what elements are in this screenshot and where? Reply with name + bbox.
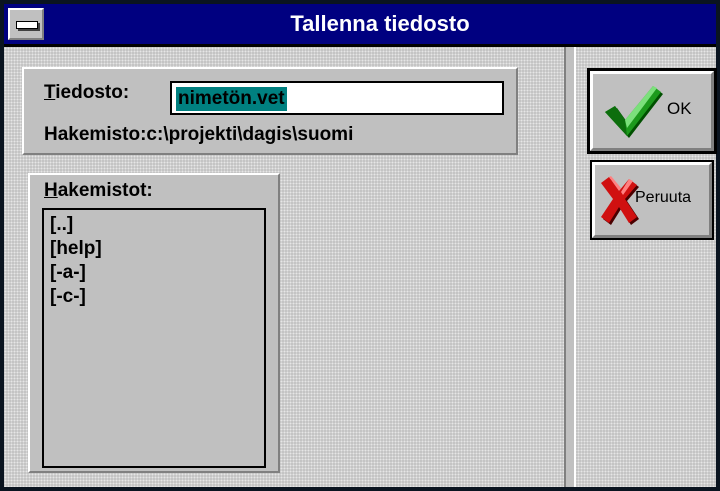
directories-label-hotkey: H	[44, 180, 58, 201]
cancel-button[interactable]: Peruuta	[590, 160, 714, 240]
list-item[interactable]: [-c-]	[50, 285, 264, 309]
ok-button-label: OK	[667, 99, 692, 118]
current-directory: Hakemisto:c:\projekti\dagis\suomi	[44, 124, 353, 146]
ok-button[interactable]: OK	[587, 68, 717, 154]
list-item[interactable]: [..]	[50, 213, 264, 237]
directories-listbox[interactable]: [..] [help] [-a-] [-c-]	[42, 208, 266, 468]
button-column-divider	[564, 47, 576, 487]
dialog-client-area: Tiedosto: nimetön.vet Hakemisto:c:\proje…	[4, 47, 717, 487]
directories-label: Hakemistot:	[44, 180, 153, 202]
window-title: Tallenna tiedosto	[290, 11, 470, 36]
title-bar: Tallenna tiedosto	[4, 4, 716, 47]
checkmark-icon	[601, 82, 663, 145]
file-name-selected-text: nimetön.vet	[176, 87, 287, 111]
file-name-input[interactable]: nimetön.vet	[170, 81, 504, 115]
file-label-text: iedosto:	[55, 82, 130, 103]
directory-label: Hakemisto:	[44, 124, 147, 145]
system-menu-button[interactable]	[8, 8, 44, 40]
list-item[interactable]: [-a-]	[50, 261, 264, 285]
save-file-dialog: Tallenna tiedosto Tiedosto: nimetön.vet …	[0, 0, 720, 491]
list-item[interactable]: [help]	[50, 237, 264, 261]
directory-path: c:\projekti\dagis\suomi	[146, 124, 354, 145]
cancel-button-label: Peruuta	[635, 189, 692, 206]
directories-label-text: akemistot:	[57, 180, 153, 201]
file-label-hotkey: T	[44, 82, 56, 103]
system-menu-icon	[16, 21, 38, 29]
file-name-label: Tiedosto:	[44, 82, 129, 104]
directories-group: Hakemistot: [..] [help] [-a-] [-c-]	[28, 173, 280, 473]
red-x-icon	[599, 175, 639, 230]
file-group: Tiedosto: nimetön.vet Hakemisto:c:\proje…	[22, 67, 518, 155]
